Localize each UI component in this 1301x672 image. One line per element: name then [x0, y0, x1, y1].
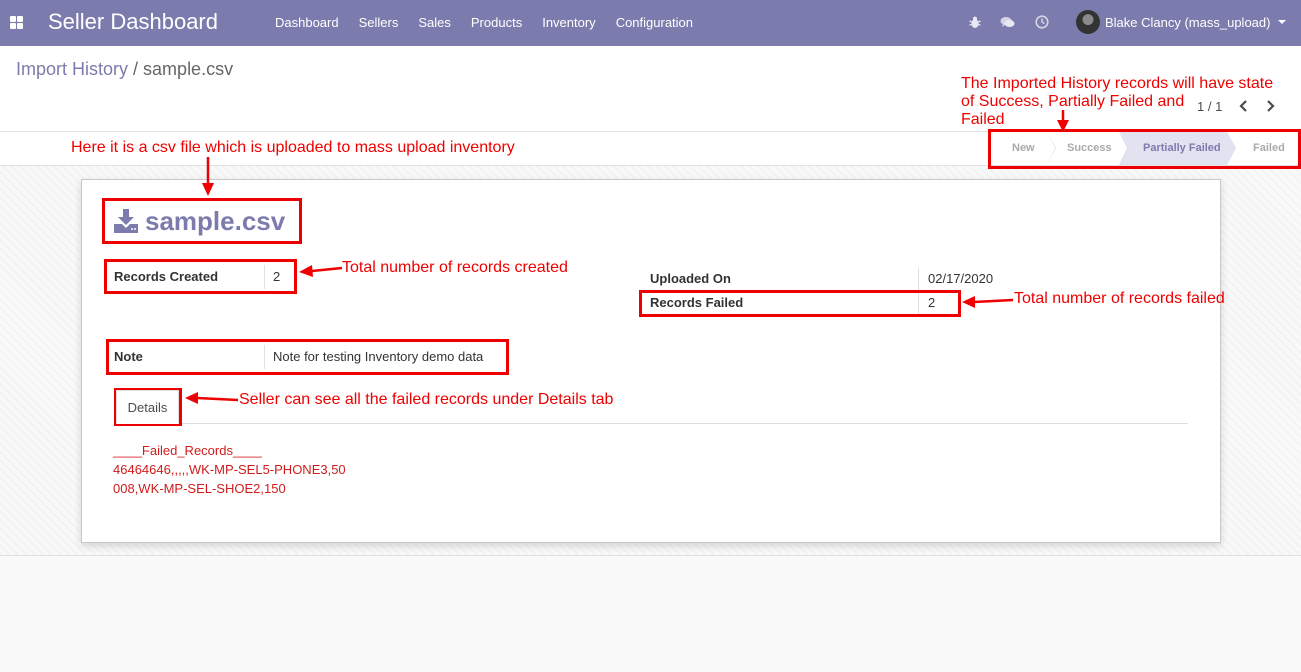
- menu-item-products[interactable]: Products: [461, 0, 532, 46]
- download-icon: [114, 209, 138, 233]
- tab-details[interactable]: Details: [116, 390, 179, 424]
- failed-record-line: 46464646,,,,,WK-MP-SEL5-PHONE3,50: [113, 462, 346, 477]
- annotation-created: Total number of records created: [342, 259, 568, 276]
- stage-divider: [1227, 132, 1235, 165]
- stage-success-label: Success: [1067, 142, 1112, 154]
- note-value: Note for testing Inventory demo data: [273, 349, 484, 364]
- stage-failed-label: Failed: [1253, 142, 1285, 154]
- pager-value[interactable]: 1 / 1: [1197, 99, 1222, 114]
- user-menu[interactable]: Blake Clancy (mass_upload): [1105, 15, 1270, 30]
- menu-item-dashboard[interactable]: Dashboard: [265, 0, 349, 46]
- stage-partially-failed-label: Partially Failed: [1143, 142, 1221, 154]
- top-navbar: Seller Dashboard Dashboard Sellers Sales…: [0, 0, 1301, 46]
- breadcrumb-import-history[interactable]: Import History: [16, 59, 128, 79]
- menu-item-sellers[interactable]: Sellers: [349, 0, 409, 46]
- caret-down-icon[interactable]: [1278, 20, 1286, 24]
- status-stages: New Success Partially Failed Failed: [996, 132, 1287, 165]
- stage-new-label: New: [1012, 142, 1035, 154]
- field-divider: [264, 265, 265, 289]
- records-failed-label: Records Failed: [650, 295, 744, 310]
- apps-icon[interactable]: [10, 16, 23, 29]
- chat-icon[interactable]: [998, 13, 1016, 31]
- annotation-details: Seller can see all the failed records un…: [239, 391, 614, 408]
- uploaded-on-value: 02/17/2020: [928, 271, 994, 286]
- failed-records-header: ____Failed_Records____: [113, 443, 262, 458]
- field-divider: [264, 345, 265, 369]
- menu-item-configuration[interactable]: Configuration: [606, 0, 703, 46]
- record-title: sample.csv: [145, 206, 286, 236]
- clock-icon[interactable]: [1033, 13, 1051, 31]
- field-divider: [918, 292, 919, 314]
- menu-item-sales[interactable]: Sales: [408, 0, 461, 46]
- field-divider: [918, 268, 919, 290]
- stage-divider: [1047, 132, 1055, 165]
- uploaded-on-label: Uploaded On: [650, 271, 731, 286]
- records-created-label: Records Created: [114, 269, 219, 284]
- avatar[interactable]: [1076, 10, 1100, 34]
- failed-record-line: 008,WK-MP-SEL-SHOE2,150: [113, 481, 286, 496]
- stage-partially-failed[interactable]: Partially Failed: [1119, 132, 1236, 165]
- chevron-left-icon[interactable]: [1236, 99, 1250, 113]
- stage-new[interactable]: New: [996, 132, 1056, 165]
- annotation-states-3: Failed: [961, 111, 1005, 128]
- stage-failed[interactable]: Failed: [1227, 132, 1287, 165]
- main-menu: Dashboard Sellers Sales Products Invento…: [265, 0, 703, 46]
- annotation-failed: Total number of records failed: [1014, 290, 1225, 307]
- menu-item-inventory[interactable]: Inventory: [532, 0, 605, 46]
- tab-divider: [114, 423, 1188, 424]
- records-failed-value: 2: [928, 295, 936, 310]
- breadcrumb-current: sample.csv: [143, 59, 234, 79]
- breadcrumb: Import History / sample.csv: [16, 59, 233, 80]
- chevron-right-icon[interactable]: [1263, 99, 1277, 113]
- stage-success[interactable]: Success: [1047, 132, 1128, 165]
- app-brand[interactable]: Seller Dashboard: [48, 9, 218, 35]
- records-created-value: 2: [273, 269, 281, 284]
- bug-icon[interactable]: [966, 13, 984, 31]
- annotation-csv: Here it is a csv file which is uploaded …: [71, 139, 515, 156]
- breadcrumb-separator: /: [133, 59, 139, 79]
- note-label: Note: [114, 349, 143, 364]
- stage-divider: [1119, 132, 1127, 165]
